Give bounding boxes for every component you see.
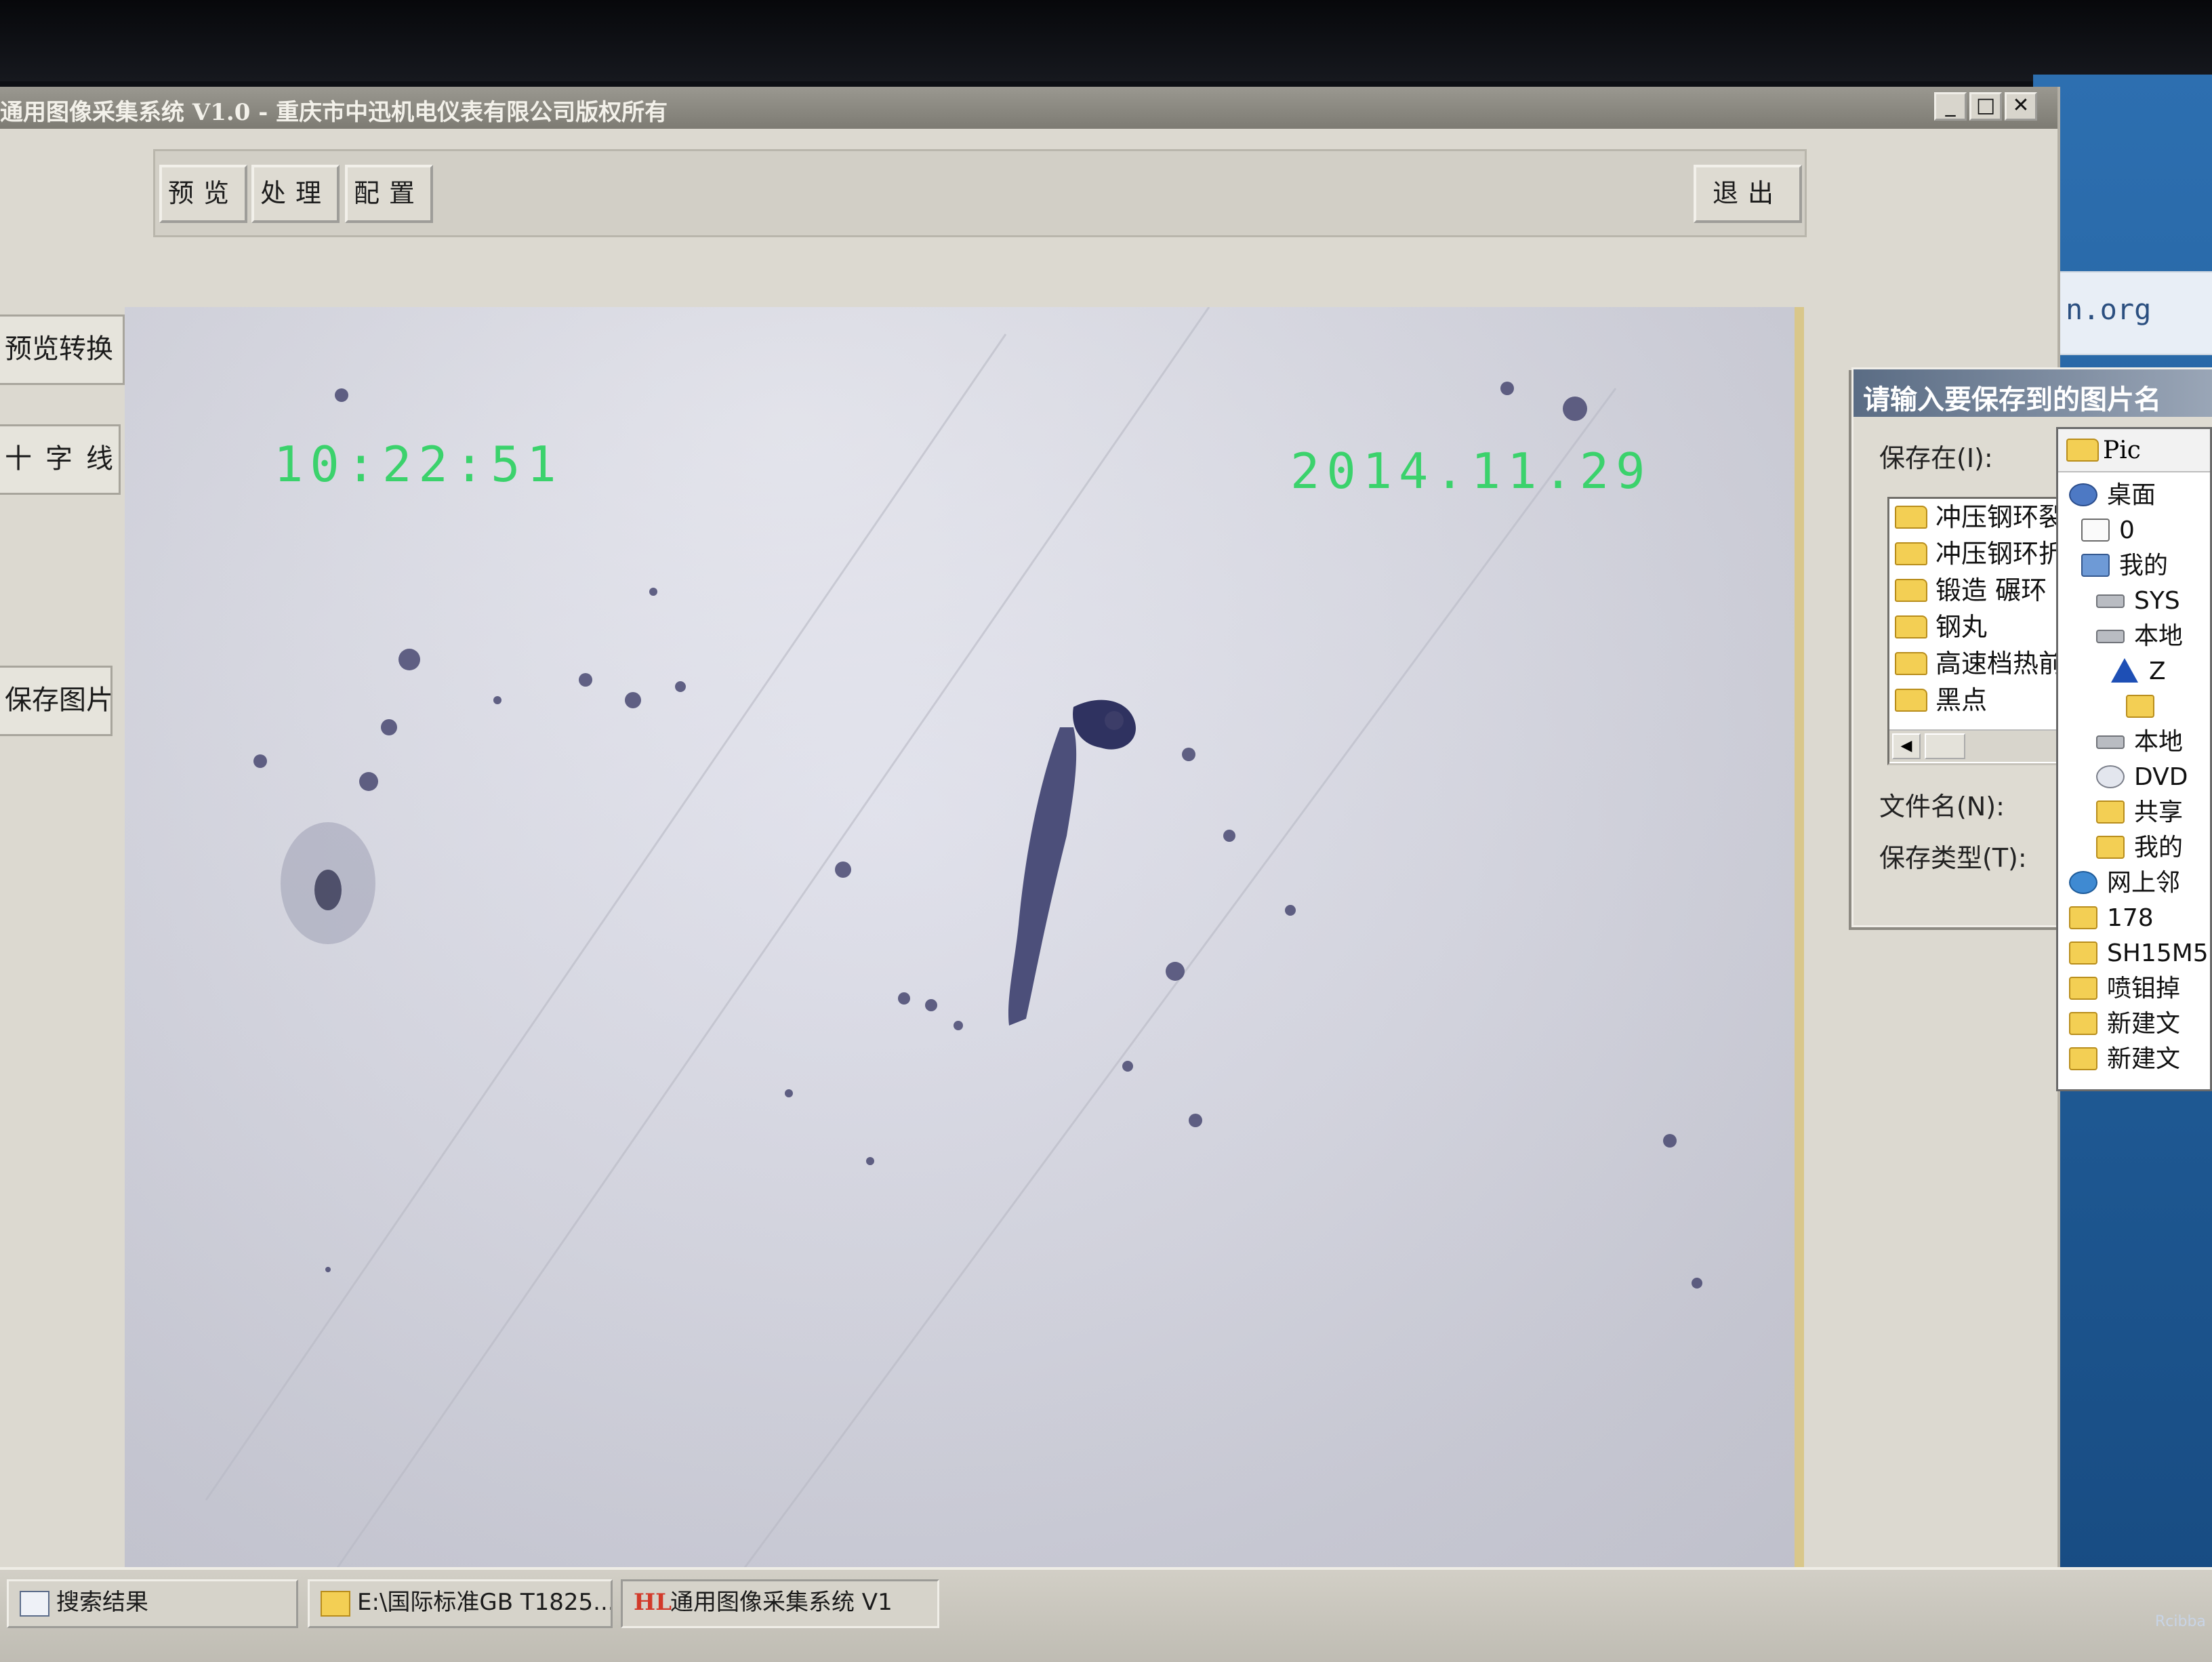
drive-icon (2096, 594, 2125, 608)
config-button[interactable]: 配置 (345, 165, 433, 223)
save-in-label: 保存在(I): (1879, 443, 1993, 473)
process-button[interactable]: 处理 (251, 165, 340, 223)
drive-icon (2096, 630, 2125, 643)
folder-icon (2069, 941, 2097, 965)
folder-icon (2069, 1047, 2097, 1070)
folder-icon (1895, 652, 1927, 675)
dropdown-item[interactable]: 178 (2069, 901, 2154, 936)
dropdown-item[interactable]: 新建文 (2069, 1042, 2180, 1077)
monitor-bezel (0, 0, 2212, 81)
folder-item[interactable]: 冲压钢环折 (1895, 535, 2064, 572)
osd-time: 10:22:51 (274, 436, 563, 493)
folder-item[interactable]: 钢丸 (1895, 609, 1987, 645)
preview-convert-button[interactable]: 预览转换 (0, 315, 125, 385)
desktop-icon (2069, 483, 2097, 506)
window-title: 通用图像采集系统 V1.0 - 重庆市中迅机电仪表有限公司版权所有 (0, 99, 668, 126)
network-icon (2069, 871, 2097, 894)
dropdown-item[interactable]: 本地 (2096, 725, 2183, 760)
save-in-dropdown[interactable]: Pic 桌面 0 我的 SYS 本地 Z 本地 DVD 共享 我的 网上邻 17… (2056, 427, 2212, 1091)
folder-icon (1895, 542, 1927, 565)
dropdown-item[interactable]: 喷钼掉 (2069, 971, 2180, 1007)
preview-button[interactable]: 预览 (159, 165, 247, 223)
dropdown-item[interactable]: 新建文 (2069, 1007, 2180, 1042)
save-in-selected[interactable]: Pic (2058, 429, 2210, 472)
app-logo-icon: HL (634, 1589, 672, 1616)
warning-icon (2111, 658, 2138, 683)
dropdown-item[interactable]: Z (2111, 654, 2166, 689)
dropdown-item[interactable]: 共享 (2096, 795, 2183, 830)
save-image-button[interactable]: 保存图片 (0, 666, 113, 736)
dropdown-item[interactable] (2126, 689, 2164, 725)
scroll-left-icon[interactable]: ◀ (1892, 733, 1921, 759)
folder-icon (2126, 695, 2154, 718)
folder-item[interactable]: 锻造 碾环 (1895, 572, 2047, 609)
file-type-label: 保存类型(T): (1879, 843, 2027, 873)
taskbar-item-image-capture[interactable]: HL 通用图像采集系统 V1 (621, 1579, 939, 1628)
taskbar-item-search-results[interactable]: 搜索结果 (7, 1579, 298, 1628)
dialog-title-bar[interactable]: 请输入要保存到的图片名 (1853, 369, 2212, 417)
dropdown-item[interactable]: 本地 (2096, 619, 2183, 654)
dvd-icon (2096, 765, 2125, 788)
maximize-button[interactable]: □ (1969, 92, 2002, 121)
dropdown-item[interactable]: DVD (2096, 760, 2188, 795)
search-results-icon (20, 1591, 49, 1617)
folder-icon (1895, 615, 1927, 639)
folder-icon (2066, 439, 2099, 462)
dropdown-item[interactable]: 0 (2081, 513, 2135, 548)
folder-icon (2069, 1012, 2097, 1035)
folder-icon (2096, 800, 2125, 824)
crosshair-button[interactable]: 十字线 (0, 424, 121, 495)
file-name-label: 文件名(N): (1879, 792, 2005, 822)
documents-icon (2081, 519, 2110, 542)
dropdown-item[interactable]: SYS (2096, 584, 2180, 619)
folder-icon (2096, 836, 2125, 859)
folder-icon (1895, 689, 1927, 712)
folder-icon (1895, 506, 1927, 529)
close-button[interactable]: ✕ (2005, 92, 2037, 121)
minimize-button[interactable]: _ (1934, 92, 1967, 121)
folder-icon (2069, 906, 2097, 929)
title-bar[interactable]: 通用图像采集系统 V1.0 - 重庆市中迅机电仪表有限公司版权所有 _ □ ✕ (0, 87, 2057, 129)
snippet-text: n.org (2066, 293, 2152, 326)
folder-item[interactable]: 冲压钢环裂 (1895, 499, 2064, 535)
taskbar-item-explorer[interactable]: E:\国际标准GB T1825... (308, 1579, 613, 1628)
computer-icon (2081, 554, 2110, 577)
background-window-snippet: n.org (2053, 271, 2212, 355)
main-window: 通用图像采集系统 V1.0 - 重庆市中迅机电仪表有限公司版权所有 _ □ ✕ … (0, 87, 2060, 1581)
folder-icon (321, 1591, 350, 1617)
folder-icon (2069, 977, 2097, 1000)
folder-item[interactable]: 高速档热前 (1895, 645, 2064, 682)
dropdown-item[interactable]: 网上邻 (2069, 866, 2180, 901)
folder-item[interactable]: 黑点 (1895, 682, 1987, 718)
folder-icon (1895, 579, 1927, 602)
dropdown-item[interactable]: 桌面 (2069, 478, 2156, 513)
main-toolbar: 预览 处理 配置 退出 (153, 149, 1807, 237)
dropdown-item[interactable]: 我的 (2081, 548, 2168, 584)
dropdown-item[interactable]: 我的 (2096, 830, 2183, 866)
dialog-title: 请输入要保存到的图片名 (1863, 384, 2161, 416)
dropdown-item[interactable]: SH15M5 (2069, 936, 2209, 971)
scroll-thumb[interactable] (1925, 733, 1965, 759)
watermark: Rcibba (2155, 1613, 2206, 1630)
osd-date: 2014.11.29 (1290, 443, 1652, 500)
camera-preview[interactable]: 10:22:51 2014.11.29 (125, 307, 1804, 1581)
taskbar: 搜索结果 E:\国际标准GB T1825... HL 通用图像采集系统 V1 (0, 1567, 2212, 1662)
exit-button[interactable]: 退出 (1694, 165, 1802, 223)
drive-icon (2096, 735, 2125, 749)
